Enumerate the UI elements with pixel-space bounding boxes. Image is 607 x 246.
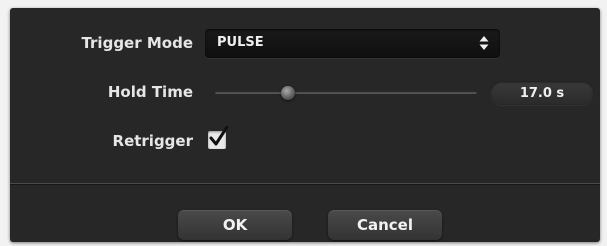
- hold-time-value: 17.0 s: [519, 85, 565, 101]
- checkmark-icon: [209, 126, 229, 146]
- hold-time-slider[interactable]: [215, 86, 477, 100]
- trigger-mode-select[interactable]: PULSE: [205, 29, 500, 58]
- dialog: Trigger Mode PULSE Hold Time 17.0 s Retr…: [10, 8, 600, 242]
- cancel-button[interactable]: Cancel: [328, 210, 442, 240]
- retrigger-label: Retrigger: [112, 132, 193, 150]
- slider-thumb[interactable]: [281, 86, 296, 100]
- ok-button-label: OK: [222, 216, 248, 234]
- slider-track: [215, 91, 477, 94]
- hold-time-label: Hold Time: [107, 83, 193, 101]
- divider: [10, 183, 600, 184]
- hold-time-value-field[interactable]: 17.0 s: [490, 81, 594, 105]
- trigger-mode-label: Trigger Mode: [81, 34, 193, 52]
- retrigger-checkbox[interactable]: [208, 126, 229, 149]
- cancel-button-label: Cancel: [356, 216, 413, 234]
- ok-button[interactable]: OK: [178, 210, 292, 240]
- trigger-mode-value: PULSE: [217, 35, 264, 50]
- updown-chevron-icon: [479, 36, 489, 50]
